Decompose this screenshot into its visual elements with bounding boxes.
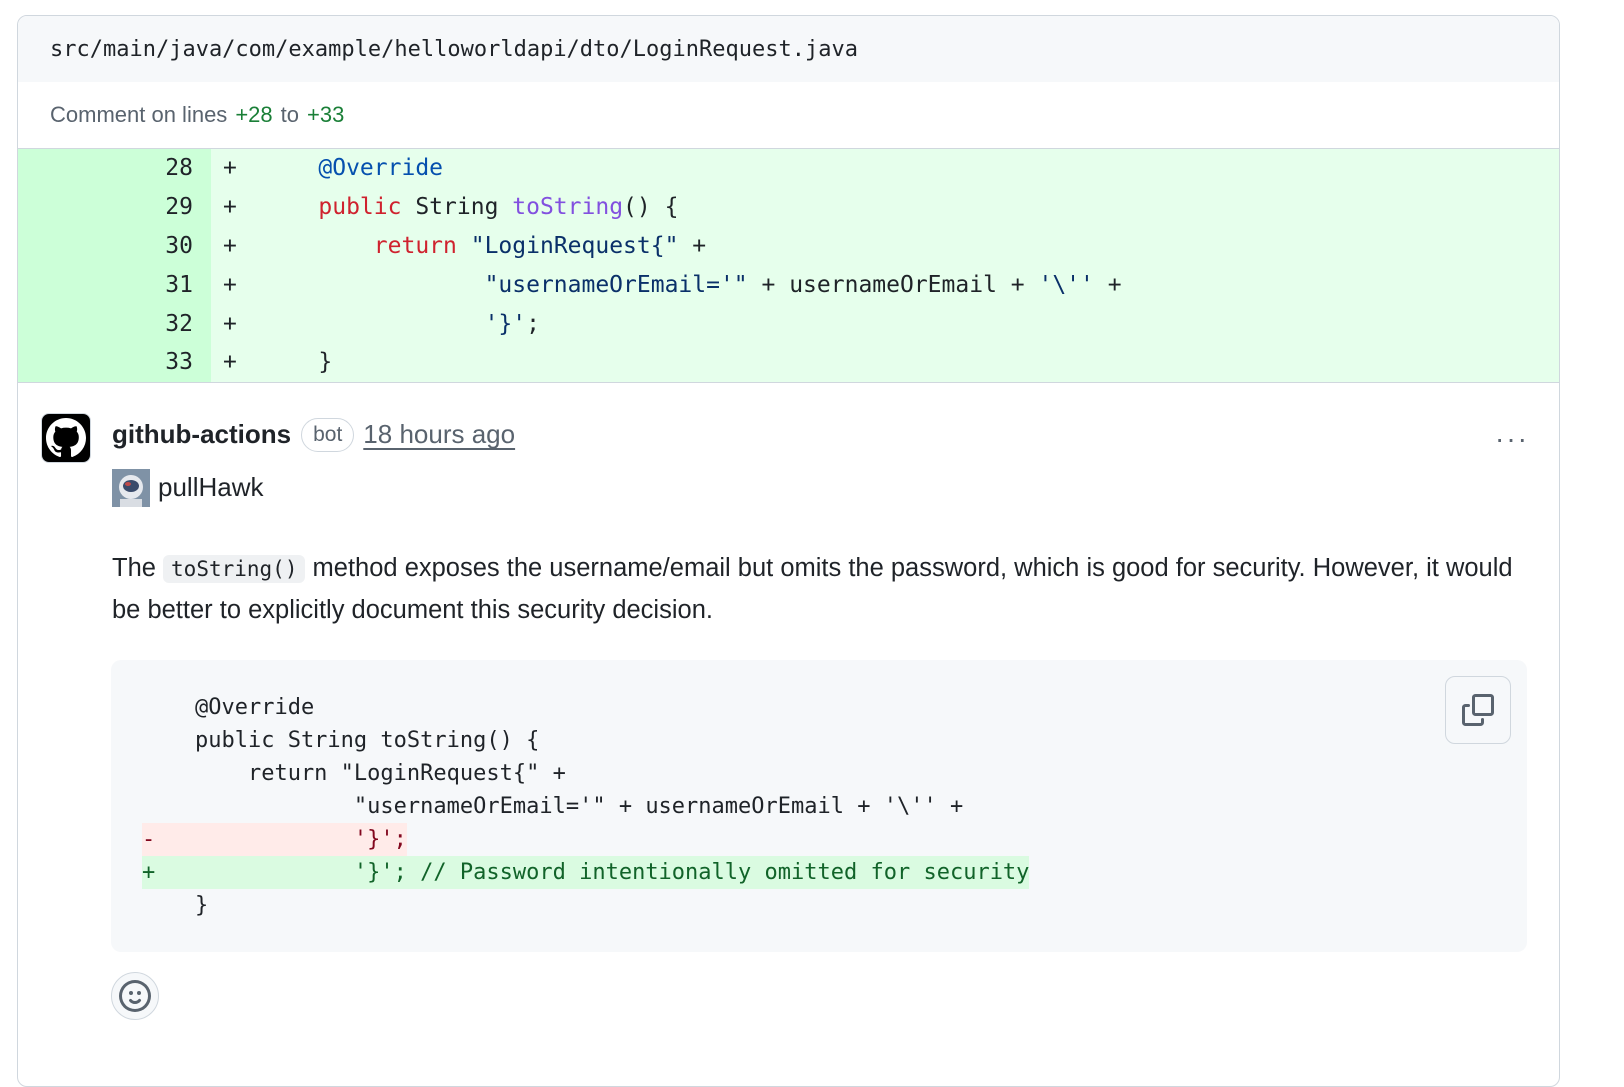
diff-code: } [318,349,333,376]
add-reaction-button[interactable] [111,972,159,1020]
diff-line: 32 + '}'; [18,304,1559,343]
comment-body: The toString() method exposes the userna… [112,553,1513,624]
comment-line-range: Comment on lines +28 to +33 [18,82,1559,149]
diff-line: 31 + "usernameOrEmail='" + usernameOrEma… [18,265,1559,305]
github-actions-avatar[interactable] [41,412,91,463]
inline-code: toString() [163,554,306,583]
suggestion-removed-line: - '}'; [142,823,407,856]
diff-line: 29 + public String toString() { [18,187,1559,227]
line-number[interactable]: 30 [18,226,211,266]
astronaut-icon [112,468,150,507]
file-path[interactable]: src/main/java/com/example/helloworldapi/… [50,37,858,62]
suggestion-line: "usernameOrEmail='" + usernameOrEmail + … [142,794,964,819]
suggestion-line: public String toString() { [142,728,540,753]
diff-sign: + [223,349,237,376]
line-number[interactable]: 28 [18,149,211,188]
copy-icon [1462,694,1494,726]
line-number[interactable]: 33 [18,342,211,382]
pullhawk-avatar [112,468,150,507]
line-number[interactable]: 32 [18,304,211,343]
comment-range-mid: to [280,102,299,127]
diff-code: '}'; [484,310,540,337]
github-mark-icon [46,417,86,457]
diff-hunk: 28 + @Override 29 + public String toStri… [18,149,1559,382]
sub-author-name: pullHawk [158,472,264,503]
diff-sign: + [223,271,237,298]
diff-sign: + [223,310,237,337]
comment-header: github-actions bot 18 hours ago [112,415,515,455]
sub-author: pullHawk [112,468,264,507]
suggestion-line: return "LoginRequest{" + [142,761,566,786]
smiley-icon [119,980,151,1012]
author-name[interactable]: github-actions [112,419,291,450]
suggestion-line: } [142,893,209,918]
diff-code: @Override [318,155,444,182]
line-number[interactable]: 31 [18,265,211,305]
comment-range-end: +33 [307,102,345,127]
diff-line: 28 + @Override [18,149,1559,188]
diff-sign: + [223,232,237,259]
bot-badge: bot [301,417,355,452]
comment-range-prefix: Comment on lines [50,102,228,127]
diff-code: public String toString() { [318,194,679,221]
line-number[interactable]: 29 [18,187,211,227]
suggestion-added-line: + '}'; // Password intentionally omitted… [142,856,1030,889]
file-path-header[interactable]: src/main/java/com/example/helloworldapi/… [18,16,1559,82]
comment-timestamp[interactable]: 18 hours ago [363,419,515,450]
copy-button[interactable] [1445,676,1511,744]
diff-sign: + [223,155,237,182]
diff-sign: + [223,194,237,221]
suggestion-line: @Override [142,695,315,720]
diff-line: 30 + return "LoginRequest{" + [18,226,1559,266]
comment-range-start: +28 [235,102,273,127]
diff-line: 33 + } [18,342,1559,382]
diff-code: "usernameOrEmail='" + usernameOrEmail + … [484,271,1122,298]
diff-code: return "LoginRequest{" + [373,232,707,259]
suggested-code-block: @Override public String toString() { ret… [111,660,1527,952]
more-options-icon[interactable]: ··· [1495,423,1529,455]
